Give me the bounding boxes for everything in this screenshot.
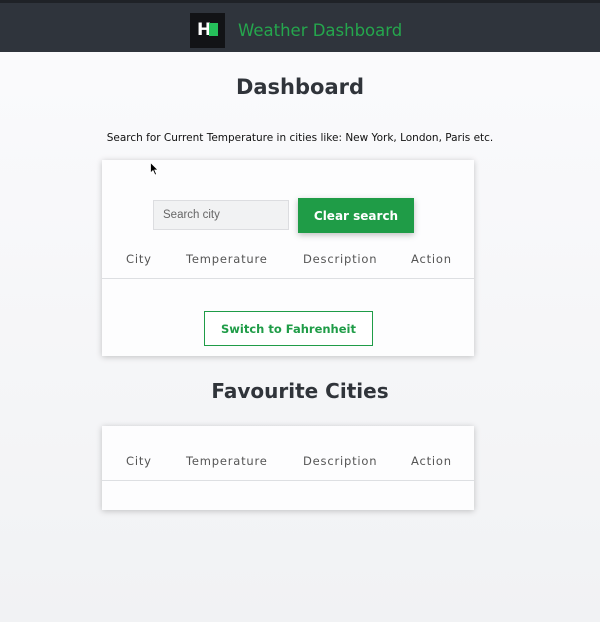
mouse-pointer-icon (150, 162, 159, 176)
search-hint: Search for Current Temperature in cities… (106, 132, 494, 144)
search-card: Clear search City Temperature Descriptio… (102, 160, 474, 356)
clear-search-button[interactable]: Clear search (298, 198, 414, 233)
top-navbar: H Weather Dashboard (0, 0, 600, 52)
app-logo-icon[interactable]: H (190, 13, 225, 48)
app-title[interactable]: Weather Dashboard (238, 20, 402, 42)
favourites-title: Favourite Cities (211, 379, 389, 403)
column-header-city: City (126, 252, 152, 266)
page-title: Dashboard (235, 75, 365, 99)
column-header-description: Description (303, 252, 378, 266)
fav-column-header-action: Action (411, 454, 452, 468)
fav-column-header-temperature: Temperature (186, 454, 268, 468)
column-header-action: Action (411, 252, 452, 266)
fav-table-divider (102, 480, 474, 481)
logo-square (209, 23, 218, 36)
table-divider (102, 278, 474, 279)
fav-column-header-description: Description (303, 454, 378, 468)
search-input[interactable] (153, 200, 289, 230)
fav-column-header-city: City (126, 454, 152, 468)
column-header-temperature: Temperature (186, 252, 268, 266)
favourites-card: City Temperature Description Action (102, 426, 474, 510)
switch-to-fahrenheit-button[interactable]: Switch to Fahrenheit (204, 311, 373, 346)
